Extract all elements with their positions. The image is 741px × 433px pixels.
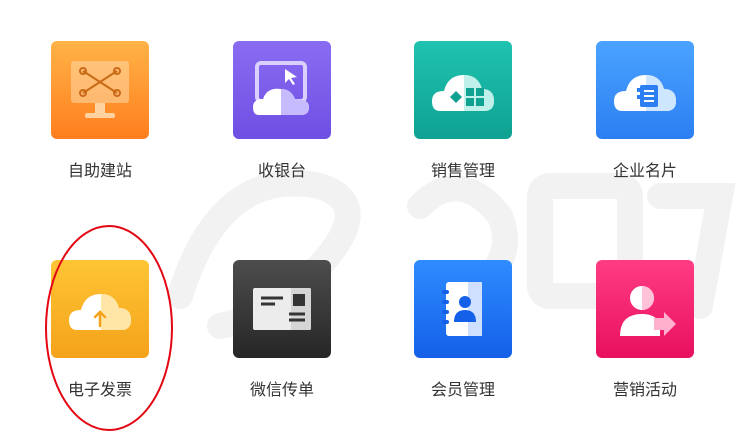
app-grid-panel: 自助建站 收银台 销售管理 企业名片 电子发票 微信传单 会员管理 营销活动 bbox=[10, 6, 736, 426]
app-tile-cashier[interactable]: 收银台 bbox=[222, 41, 342, 191]
website-builder-icon bbox=[51, 41, 149, 139]
app-tile-marketing-activity[interactable]: 营销活动 bbox=[585, 260, 705, 410]
app-tile-business-card[interactable]: 企业名片 bbox=[585, 41, 705, 191]
app-label: 微信传单 bbox=[249, 380, 314, 399]
app-tile-e-invoice[interactable]: 电子发票 bbox=[40, 260, 160, 410]
member-management-icon bbox=[414, 260, 512, 358]
app-tile-wechat-flyer[interactable]: 微信传单 bbox=[222, 260, 342, 410]
wechat-flyer-icon bbox=[233, 260, 331, 358]
app-tile-website-builder[interactable]: 自助建站 bbox=[40, 41, 160, 191]
business-card-icon bbox=[596, 41, 694, 139]
app-tile-member-management[interactable]: 会员管理 bbox=[403, 260, 523, 410]
app-label: 收银台 bbox=[257, 161, 306, 180]
app-label: 自助建站 bbox=[67, 161, 132, 180]
sales-management-icon bbox=[414, 41, 512, 139]
e-invoice-icon bbox=[51, 260, 149, 358]
app-label: 企业名片 bbox=[612, 161, 677, 180]
app-label: 电子发票 bbox=[67, 380, 132, 399]
app-label: 销售管理 bbox=[430, 161, 495, 180]
marketing-activity-icon bbox=[596, 260, 694, 358]
app-label: 会员管理 bbox=[430, 380, 495, 399]
app-tile-sales-management[interactable]: 销售管理 bbox=[403, 41, 523, 191]
app-label: 营销活动 bbox=[612, 380, 677, 399]
cashier-icon bbox=[233, 41, 331, 139]
